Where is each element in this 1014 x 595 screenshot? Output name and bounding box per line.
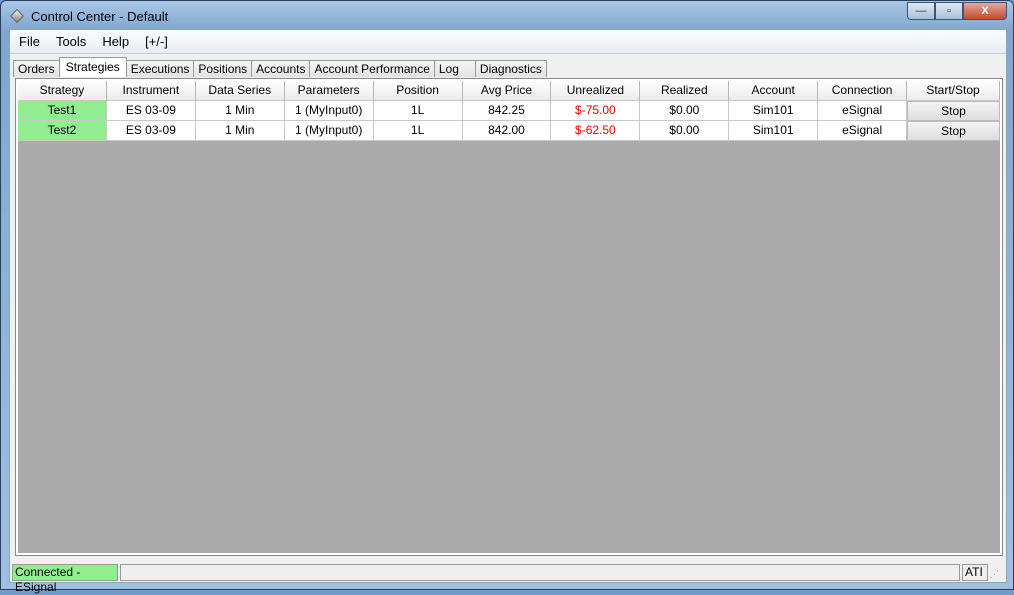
stop-button[interactable]: Stop <box>907 121 1000 141</box>
column-header-position[interactable]: Position <box>373 81 463 101</box>
status-message <box>120 564 960 581</box>
resize-grip-icon[interactable]: ⋰ <box>990 564 1006 582</box>
tab-strategies[interactable]: Strategies <box>58 57 127 77</box>
grid-header: Strategy Instrument Data Series Parameters P… <box>18 81 1000 101</box>
tab-strip: Orders Strategies Executions Positions A… <box>13 57 547 77</box>
cell-position: 1L <box>373 121 463 141</box>
tab-account-performance[interactable]: Account Performance <box>309 60 435 77</box>
column-header-data-series[interactable]: Data Series <box>195 81 285 101</box>
tab-accounts[interactable]: Accounts <box>251 60 311 77</box>
close-button[interactable]: X <box>963 2 1007 20</box>
cell-parameters: 1 (MyInput0) <box>284 121 374 141</box>
stop-button[interactable]: Stop <box>907 101 1000 121</box>
column-header-avg-price[interactable]: Avg Price <box>462 81 552 101</box>
table-row[interactable]: Test1 ES 03-09 1 Min 1 (MyInput0) 1L 842.25 $-… <box>18 101 1000 121</box>
window-title: Control Center - Default <box>31 8 169 24</box>
menu-bar: File Tools Help [+/-] <box>10 30 1006 54</box>
cell-account: Sim101 <box>729 121 819 141</box>
app-icon <box>9 8 25 24</box>
cell-strategy: Test1 <box>18 101 107 121</box>
cell-parameters: 1 (MyInput0) <box>284 101 374 121</box>
menu-tools[interactable]: Tools <box>49 34 93 49</box>
cell-connection: eSignal <box>818 121 908 141</box>
menu-expand-toggle[interactable]: [+/-] <box>138 34 175 49</box>
cell-avg-price: 842.25 <box>462 101 552 121</box>
table-row[interactable]: Test2 ES 03-09 1 Min 1 (MyInput0) 1L 842.00 $-… <box>18 121 1000 141</box>
menu-help[interactable]: Help <box>95 34 136 49</box>
column-header-realized[interactable]: Realized <box>640 81 730 101</box>
cell-position: 1L <box>373 101 463 121</box>
tab-diagnostics[interactable]: Diagnostics <box>474 60 547 77</box>
cell-realized: $0.00 <box>640 121 730 141</box>
minimize-button[interactable]: — <box>907 2 935 20</box>
cell-instrument: ES 03-09 <box>106 121 196 141</box>
cell-account: Sim101 <box>729 101 819 121</box>
maximize-button[interactable]: ▫ <box>935 2 963 20</box>
ati-indicator: ATI <box>962 564 988 581</box>
connection-status: Connected - ESignal <box>12 564 118 594</box>
client-area: File Tools Help [+/-] Orders Strategies … <box>9 29 1007 594</box>
cell-data-series: 1 Min <box>195 121 285 141</box>
menu-file[interactable]: File <box>12 34 47 49</box>
cell-data-series: 1 Min <box>195 101 285 121</box>
tab-orders[interactable]: Orders <box>13 60 60 77</box>
column-header-strategy[interactable]: Strategy <box>18 81 107 101</box>
column-header-start-stop[interactable]: Start/Stop <box>907 81 1000 101</box>
column-header-unrealized[interactable]: Unrealized <box>551 81 641 101</box>
strategies-panel: Strategy Instrument Data Series Parameters P… <box>15 78 1003 556</box>
cell-instrument: ES 03-09 <box>106 101 196 121</box>
tab-executions[interactable]: Executions <box>125 60 195 77</box>
column-header-parameters[interactable]: Parameters <box>284 81 374 101</box>
window-frame: Control Center - Default — ▫ X File Tool… <box>0 0 1014 594</box>
cell-unrealized: $-62.50 <box>551 121 641 141</box>
title-bar: Control Center - Default <box>9 6 168 26</box>
column-header-account[interactable]: Account <box>729 81 819 101</box>
cell-strategy: Test2 <box>18 121 107 141</box>
column-header-instrument[interactable]: Instrument <box>106 81 196 101</box>
cell-realized: $0.00 <box>640 101 730 121</box>
cell-connection: eSignal <box>818 101 908 121</box>
cell-unrealized: $-75.00 <box>551 101 641 121</box>
status-bar: Connected - ESignal ATI ⋰ <box>12 564 1006 594</box>
tab-log[interactable]: Log <box>433 60 476 77</box>
column-header-connection[interactable]: Connection <box>818 81 908 101</box>
strategies-grid: Strategy Instrument Data Series Parameters P… <box>18 81 1000 553</box>
cell-avg-price: 842.00 <box>462 121 552 141</box>
tab-positions[interactable]: Positions <box>193 60 253 77</box>
